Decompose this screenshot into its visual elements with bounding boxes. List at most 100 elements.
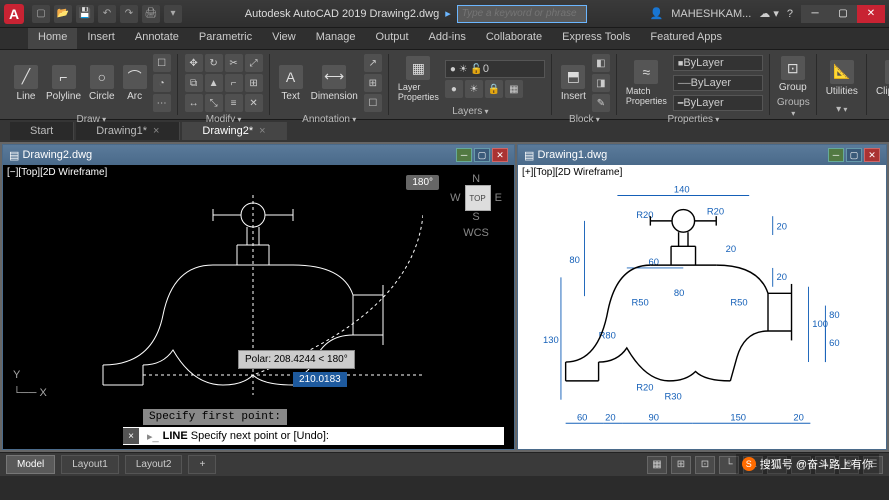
model-tab[interactable]: Model [6, 455, 55, 474]
offset-icon[interactable]: ≡ [225, 94, 243, 112]
block-tool-icon[interactable]: ✎ [592, 94, 610, 112]
scale-icon[interactable]: ⤡ [205, 94, 223, 112]
group-button[interactable]: ⊡Group [777, 54, 809, 95]
table-icon[interactable]: ⊞ [364, 74, 382, 92]
insert-button[interactable]: ⬒Insert [559, 63, 588, 104]
viewport-drawing2[interactable]: [−][Top][2D Wireframe] 180° N WTOPE S WC… [3, 165, 514, 449]
block-tool-icon[interactable]: ◨ [592, 74, 610, 92]
panel-annotation[interactable]: Annotation [277, 112, 382, 125]
close-icon[interactable]: × [259, 125, 265, 137]
user-name[interactable]: MAHESHKAM... [671, 8, 751, 20]
doc-minimize-button[interactable]: ─ [828, 148, 844, 162]
draw-tool-icon[interactable]: ◔ [153, 74, 171, 92]
arc-button[interactable]: ⌒Arc [121, 63, 149, 104]
tab-collaborate[interactable]: Collaborate [476, 28, 552, 49]
layout2-tab[interactable]: Layout2 [125, 455, 183, 474]
array-icon[interactable]: ⊞ [245, 74, 263, 92]
panel-groups[interactable]: Groups [777, 95, 810, 119]
trim-icon[interactable]: ✂ [225, 54, 243, 72]
svg-text:R50: R50 [730, 297, 747, 308]
erase-icon[interactable]: ✕ [245, 94, 263, 112]
command-line[interactable]: × ▸_ LINE Specify next point or [Undo]: [123, 427, 504, 445]
cloud-icon[interactable]: ☁ ▾ [759, 7, 779, 20]
doc-maximize-button[interactable]: ▢ [474, 148, 490, 162]
doc-minimize-button[interactable]: ─ [456, 148, 472, 162]
move-icon[interactable]: ✥ [185, 54, 203, 72]
draw-tool-icon[interactable]: ⋯ [153, 94, 171, 112]
filetab-drawing2[interactable]: Drawing2*× [182, 122, 286, 140]
tab-home[interactable]: Home [28, 28, 77, 49]
qat-plot-icon[interactable]: 🖨 [142, 5, 160, 23]
circle-button[interactable]: ○Circle [87, 63, 117, 104]
tab-output[interactable]: Output [366, 28, 419, 49]
tab-featured[interactable]: Featured Apps [640, 28, 732, 49]
stretch-icon[interactable]: ↔ [185, 94, 203, 112]
doc-maximize-button[interactable]: ▢ [846, 148, 862, 162]
user-icon[interactable]: 👤 [650, 7, 664, 20]
tab-express[interactable]: Express Tools [552, 28, 640, 49]
svg-text:150: 150 [730, 411, 746, 422]
layer-tool-icon[interactable]: 🔒 [485, 80, 503, 98]
color-dropdown[interactable]: ■ ByLayer [673, 55, 763, 71]
tab-addins[interactable]: Add-ins [419, 28, 476, 49]
doc-close-button[interactable]: ✕ [492, 148, 508, 162]
lineweight-dropdown[interactable]: ━ ByLayer [673, 95, 763, 111]
tab-insert[interactable]: Insert [77, 28, 125, 49]
fillet-icon[interactable]: ⌐ [225, 74, 243, 92]
match-properties-button[interactable]: ≈Match Properties [624, 58, 669, 108]
mirror-icon[interactable]: ▲ [205, 74, 223, 92]
cmd-close-icon[interactable]: × [123, 428, 139, 444]
text-button[interactable]: AText [277, 63, 305, 104]
panel-properties[interactable]: Properties [624, 112, 763, 125]
layer-tool-icon[interactable]: ● [445, 80, 463, 98]
draw-tool-icon[interactable]: ☐ [153, 54, 171, 72]
search-input[interactable] [457, 5, 587, 23]
qat-new-icon[interactable]: ▢ [32, 5, 50, 23]
tab-manage[interactable]: Manage [306, 28, 366, 49]
maximize-button[interactable]: ▢ [829, 5, 857, 23]
doc-icon: ▤ [524, 149, 534, 162]
linetype-dropdown[interactable]: ── ByLayer [673, 75, 763, 91]
utilities-button[interactable]: 📐Utilities [824, 58, 860, 99]
minimize-button[interactable]: ─ [801, 5, 829, 23]
dimension-button[interactable]: ⟷Dimension [309, 63, 360, 104]
rotate-icon[interactable]: ↻ [205, 54, 223, 72]
anno-icon[interactable]: ☐ [364, 94, 382, 112]
tab-parametric[interactable]: Parametric [189, 28, 262, 49]
copy-icon[interactable]: ⧉ [185, 74, 203, 92]
help-icon[interactable]: ? [787, 8, 793, 20]
viewcube[interactable]: N WTOPE S WCS [446, 173, 506, 233]
app-logo[interactable]: A [4, 4, 24, 24]
block-tool-icon[interactable]: ◧ [592, 54, 610, 72]
layer-properties-button[interactable]: ▦Layer Properties [396, 54, 441, 104]
qat-more-icon[interactable]: ▾ [164, 5, 182, 23]
tab-view[interactable]: View [262, 28, 306, 49]
qat-undo-icon[interactable]: ↶ [98, 5, 116, 23]
qat-redo-icon[interactable]: ↷ [120, 5, 138, 23]
extend-icon[interactable]: ⤢ [245, 54, 263, 72]
polyline-button[interactable]: ⌐Polyline [44, 63, 83, 104]
doc-close-button[interactable]: ✕ [864, 148, 880, 162]
layer-tool-icon[interactable]: ▦ [505, 80, 523, 98]
line-button[interactable]: ╱Line [12, 63, 40, 104]
qat-save-icon[interactable]: 💾 [76, 5, 94, 23]
filetab-start[interactable]: Start [10, 122, 74, 140]
clipboard-button[interactable]: 📋Clipboard [874, 58, 889, 99]
filetab-drawing1[interactable]: Drawing1*× [76, 122, 180, 140]
viewport-drawing1[interactable]: [+][Top][2D Wireframe] 140 R20R20 20 20 … [518, 165, 886, 449]
tab-annotate[interactable]: Annotate [125, 28, 189, 49]
leader-icon[interactable]: ↗ [364, 54, 382, 72]
panel-block[interactable]: Block [559, 112, 610, 125]
status-grid-icon[interactable]: ⊞ [671, 456, 691, 474]
layer-dropdown[interactable]: ● ☀ 🔓 0 [445, 60, 545, 78]
view-controls[interactable]: [−][Top][2D Wireframe] [7, 167, 107, 178]
close-icon[interactable]: × [153, 125, 159, 137]
qat-open-icon[interactable]: 📂 [54, 5, 72, 23]
panel-layers[interactable]: Layers [396, 104, 545, 117]
layer-tool-icon[interactable]: ☀ [465, 80, 483, 98]
layout1-tab[interactable]: Layout1 [61, 455, 119, 474]
add-layout-button[interactable]: + [188, 455, 216, 474]
close-button[interactable]: ✕ [857, 5, 885, 23]
status-snap-icon[interactable]: ⊡ [695, 456, 715, 474]
status-model-icon[interactable]: ▦ [647, 456, 667, 474]
